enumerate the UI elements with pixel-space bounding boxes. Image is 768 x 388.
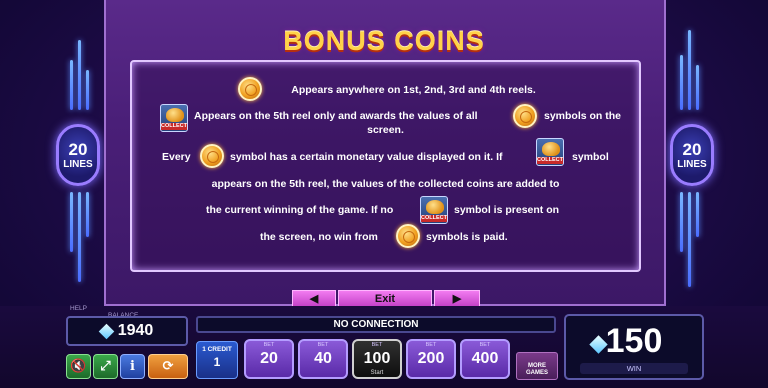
lines-badge-left: 20 LINES bbox=[56, 124, 100, 186]
bet-caption: BET bbox=[317, 342, 329, 348]
win-display: 150 WIN bbox=[564, 314, 704, 380]
start-label: Start bbox=[370, 370, 384, 376]
bet-value: 40 bbox=[314, 350, 332, 367]
lines-label: LINES bbox=[677, 158, 707, 170]
bet-caption: BET bbox=[425, 342, 437, 348]
collect-symbol-icon: COLLECT bbox=[536, 138, 564, 166]
lines-label: LINES bbox=[63, 158, 93, 170]
next-page-button[interactable]: ▶ bbox=[434, 290, 480, 307]
balance-display: 1940 bbox=[66, 316, 188, 346]
rule-line-4: appears on the 5th reel, the values of t… bbox=[211, 178, 560, 190]
speaker-mute-icon: 🔇 bbox=[70, 359, 87, 374]
bet-button-20[interactable]: BET 20 bbox=[244, 339, 294, 379]
collect-symbol-icon: COLLECT bbox=[420, 196, 448, 224]
lines-count: 20 bbox=[682, 139, 702, 159]
coin-symbol-icon bbox=[396, 224, 420, 248]
diamond-icon bbox=[98, 323, 114, 339]
rule-line-5b: symbol is present on bbox=[454, 204, 560, 216]
fullscreen-button[interactable]: ⤢ bbox=[93, 354, 118, 379]
rule-line-2c: screen. bbox=[367, 124, 404, 136]
more-games-label-2: GAMES bbox=[525, 370, 548, 376]
bet-value: 100 bbox=[363, 350, 391, 367]
coin-symbol-icon bbox=[200, 144, 224, 168]
help-label[interactable]: HELP bbox=[70, 305, 87, 312]
rule-line-2b: symbols on the bbox=[544, 110, 622, 122]
bet-button-200[interactable]: BET 200 bbox=[406, 339, 456, 379]
balance-value: 1940 bbox=[117, 322, 154, 339]
bet-value: 200 bbox=[417, 350, 445, 367]
autoplay-button[interactable]: ⟳ bbox=[148, 354, 188, 379]
connection-status: NO CONNECTION bbox=[196, 316, 556, 333]
info-icon: i bbox=[130, 359, 135, 374]
credit-selector[interactable]: 1 CREDIT 1 bbox=[196, 341, 238, 379]
prev-page-button[interactable]: ◀ bbox=[292, 290, 336, 307]
bet-caption: BET bbox=[371, 342, 383, 348]
rule-line-6b: symbols is paid. bbox=[426, 231, 508, 243]
credit-label: 1 CREDIT bbox=[202, 346, 232, 353]
bet-caption: BET bbox=[263, 342, 275, 348]
more-games-button[interactable]: MORE GAMES bbox=[516, 352, 558, 380]
info-button[interactable]: i bbox=[120, 354, 145, 379]
win-label: WIN bbox=[580, 363, 688, 374]
lines-badge-right: 20 LINES bbox=[670, 124, 714, 186]
lines-count: 20 bbox=[68, 139, 88, 159]
autoplay-icon: ⟳ bbox=[162, 359, 174, 374]
win-value: 150 bbox=[605, 322, 663, 360]
rules-box: Appears anywhere on 1st, 2nd, 3rd and 4t… bbox=[130, 60, 641, 272]
bet-button-40[interactable]: BET 40 bbox=[298, 339, 348, 379]
page-title: BONUS COINS bbox=[283, 26, 485, 56]
bet-value: 20 bbox=[260, 350, 278, 367]
credit-value: 1 bbox=[213, 355, 221, 369]
bet-button-100-start[interactable]: BET 100 Start bbox=[352, 339, 402, 379]
exit-button[interactable]: Exit bbox=[338, 290, 432, 307]
sound-toggle-button[interactable]: 🔇 bbox=[66, 354, 91, 379]
rule-line-1: Appears anywhere on 1st, 2nd, 3rd and 4t… bbox=[291, 84, 536, 96]
bet-button-400[interactable]: BET 400 bbox=[460, 339, 510, 379]
bet-value: 400 bbox=[471, 350, 499, 367]
rule-line-3c: symbol bbox=[572, 151, 609, 163]
bet-caption: BET bbox=[479, 342, 491, 348]
fullscreen-icon: ⤢ bbox=[100, 359, 111, 374]
more-games-label-1: MORE bbox=[528, 363, 546, 369]
